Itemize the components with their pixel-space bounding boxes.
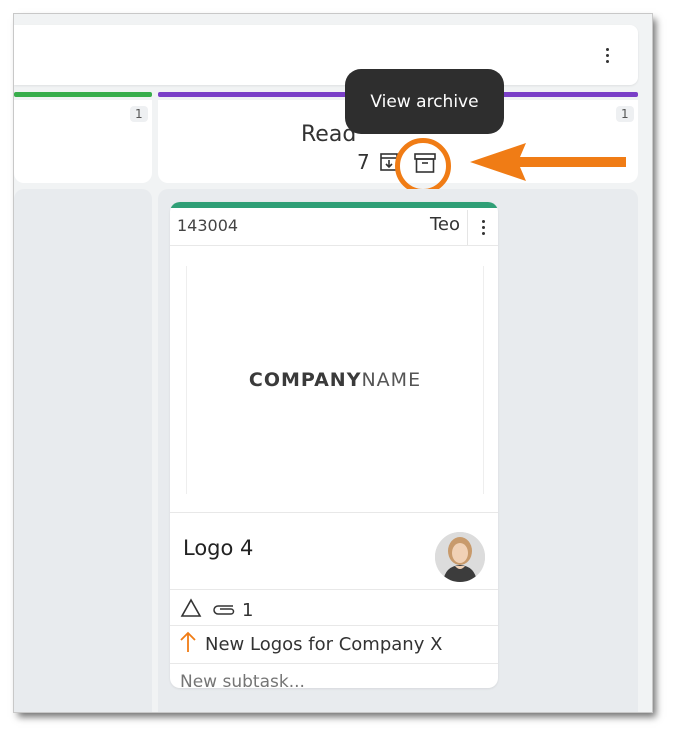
card-id: 143004 <box>177 216 239 235</box>
card-assignee: Teo <box>429 214 460 235</box>
card-meta-row: 1 <box>180 597 253 623</box>
card-divider <box>170 512 498 513</box>
card-divider <box>170 663 498 664</box>
arrow-up-icon <box>179 630 197 659</box>
new-subtask-input[interactable] <box>180 672 480 688</box>
warning-triangle-icon[interactable] <box>180 597 202 623</box>
view-archive-tooltip: View archive <box>345 69 504 134</box>
board-menu-icon[interactable] <box>595 43 619 67</box>
board-frame: 1 1 Read 7 143004 Teo COMPANYNAME Logo 4… <box>14 14 652 712</box>
column-left-strip <box>14 92 152 97</box>
card-header-divider <box>467 210 468 245</box>
attachment-count: 1 <box>242 599 254 621</box>
highlight-ring <box>395 138 451 194</box>
paperclip-icon[interactable] <box>212 600 236 621</box>
column-left-count-badge: 1 <box>130 106 148 122</box>
card-name[interactable]: Logo 4 <box>183 536 253 560</box>
card-status-strip <box>170 202 498 208</box>
card-divider <box>170 589 498 590</box>
avatar[interactable] <box>435 532 485 582</box>
archived-count: 7 <box>357 150 370 174</box>
pointer-arrow-icon <box>464 140 632 184</box>
card-cover-image[interactable]: COMPANYNAME <box>186 266 484 494</box>
tooltip-text: View archive <box>370 91 479 112</box>
parent-task-link[interactable]: New Logos for Company X <box>179 630 442 659</box>
parent-task-name: New Logos for Company X <box>205 634 443 655</box>
card-divider <box>170 625 498 626</box>
column-left-body <box>14 189 152 712</box>
card-menu-icon[interactable] <box>471 215 495 239</box>
card-divider <box>170 245 498 246</box>
column-left-header[interactable]: 1 <box>14 100 152 183</box>
board-toolbar <box>14 25 638 85</box>
column-ready-count-badge: 1 <box>616 106 634 122</box>
task-card[interactable]: 143004 Teo COMPANYNAME Logo 4 1 New Logo… <box>170 202 498 688</box>
brand-logo: COMPANYNAME <box>248 369 422 391</box>
